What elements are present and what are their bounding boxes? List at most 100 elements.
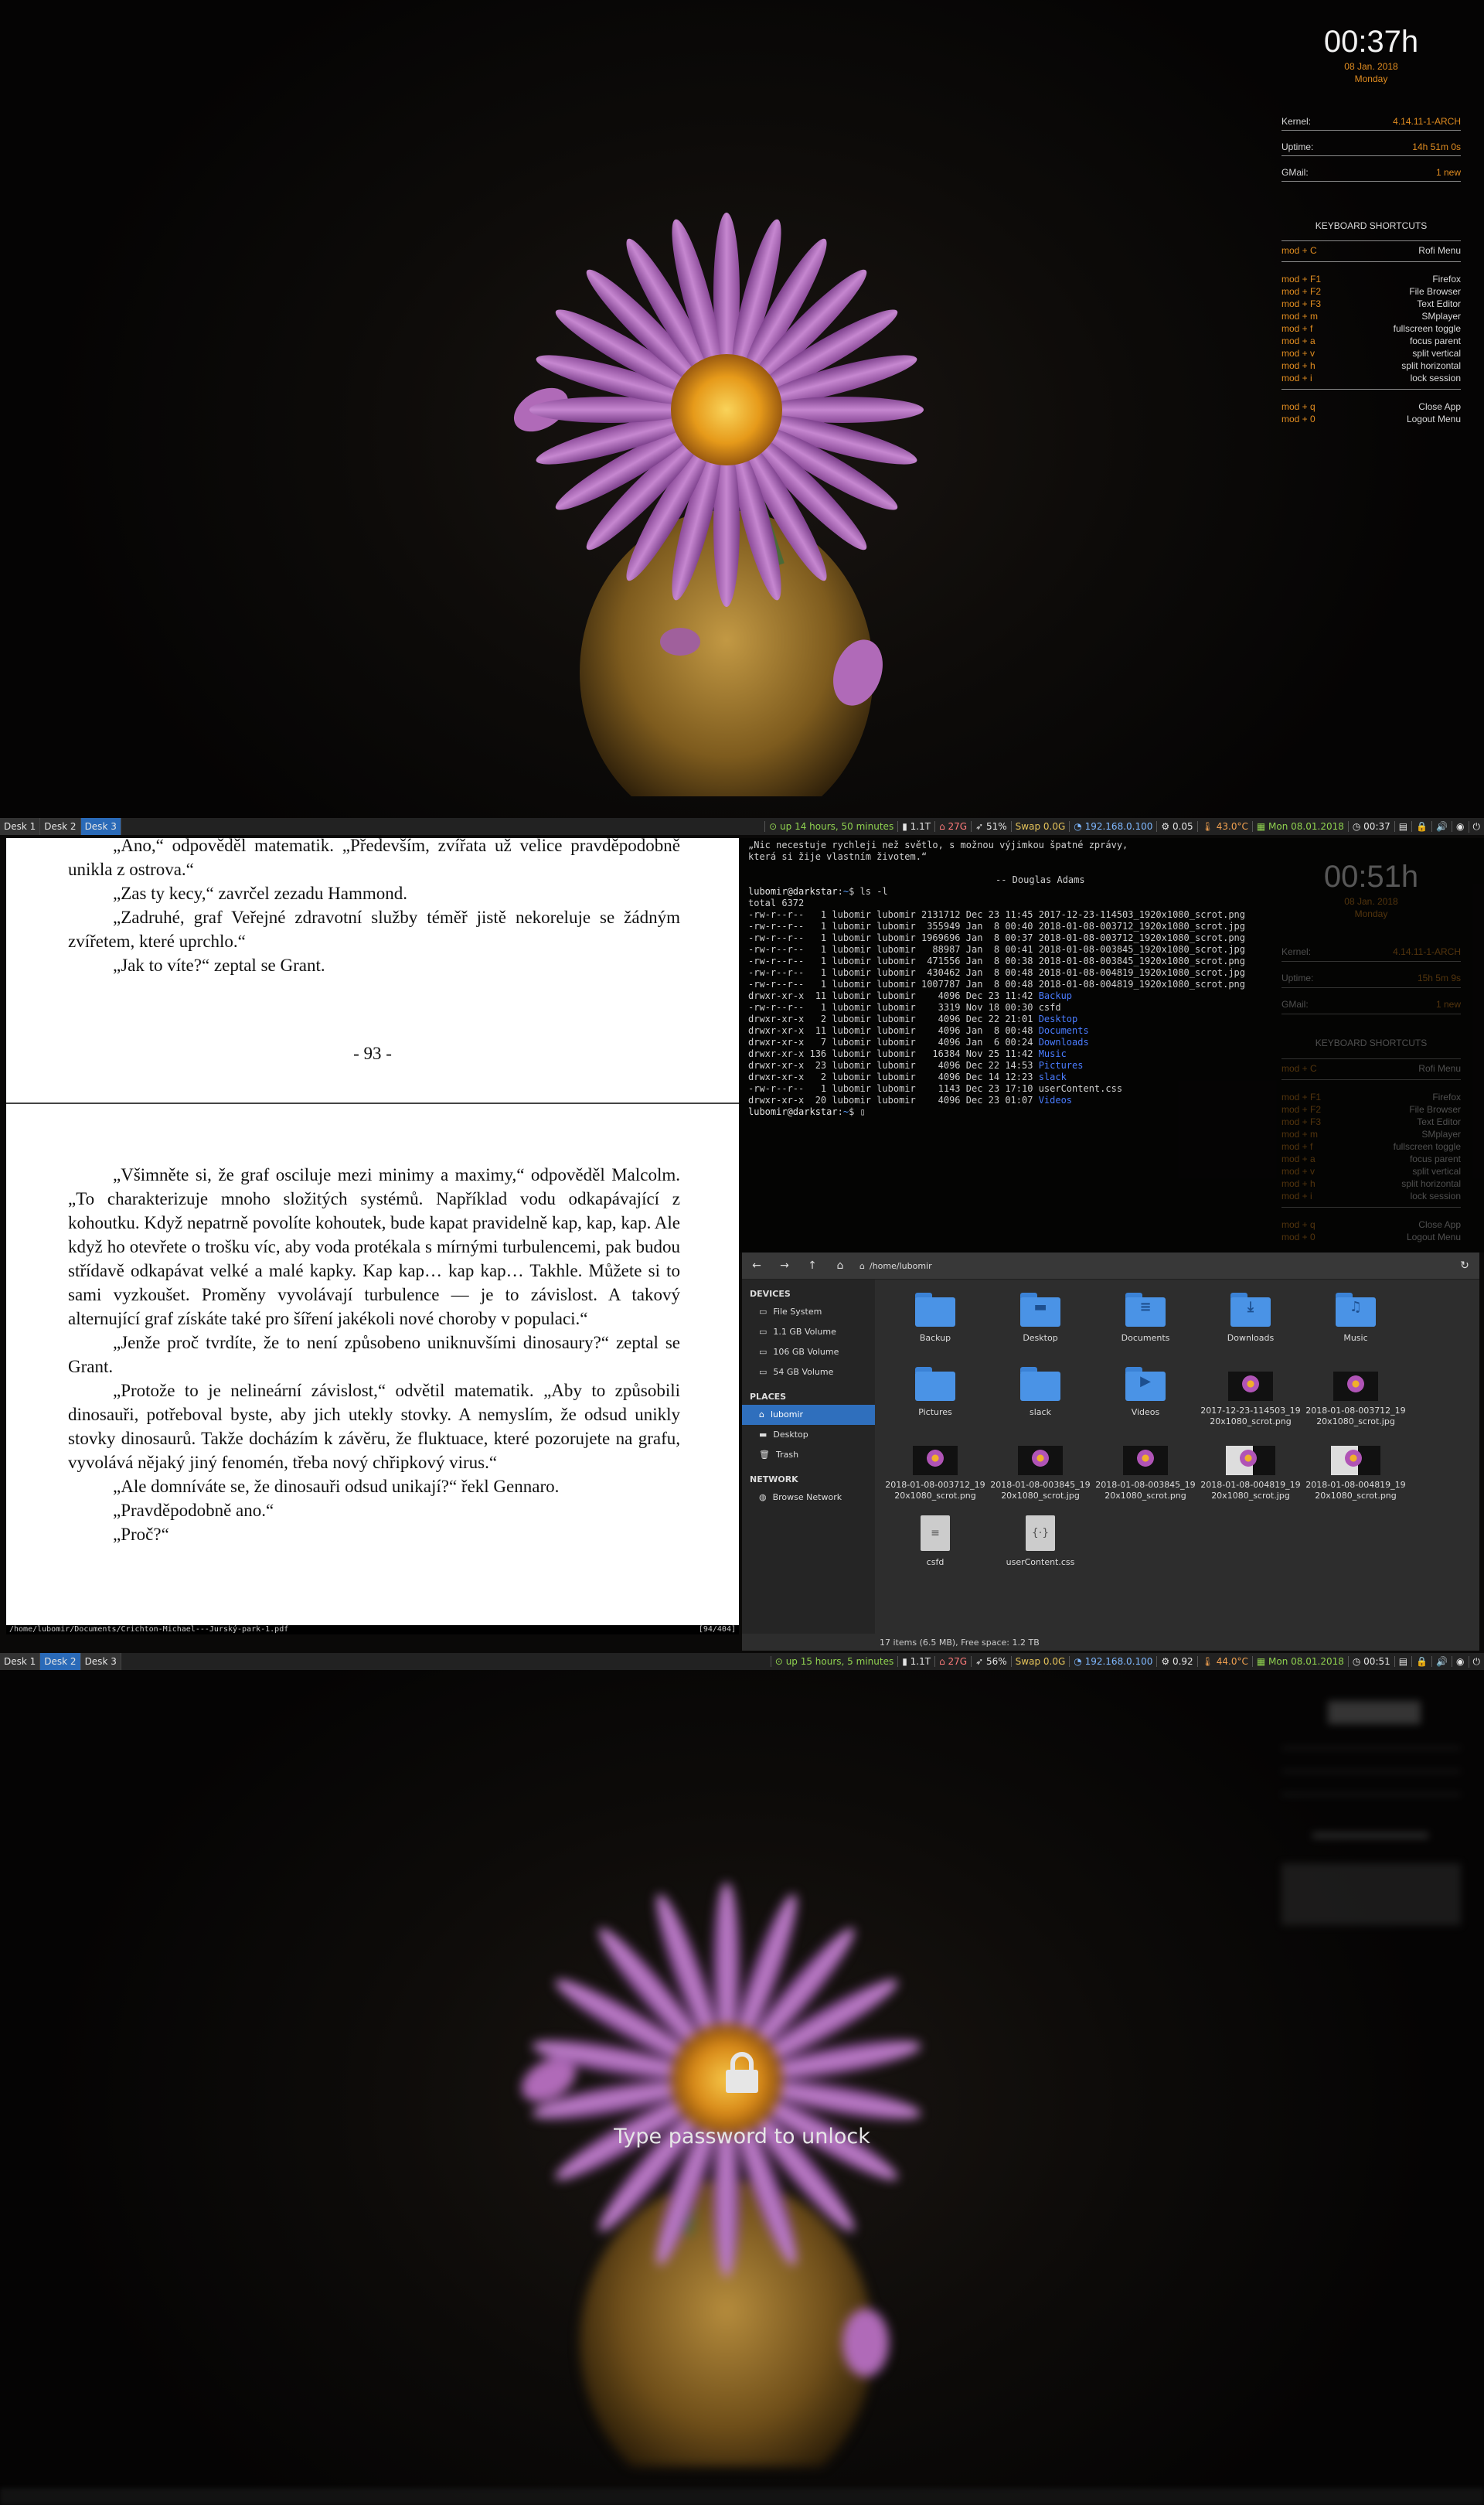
folder-item[interactable]: ♫ Music <box>1303 1293 1408 1367</box>
conky-gmail: GMail: 1 new <box>1281 997 1461 1014</box>
folder-item[interactable]: ⤓ Downloads <box>1198 1293 1303 1367</box>
ls-entry: -rw-r--r-- 1 lubomir lubomir 471556 Jan … <box>748 956 1245 966</box>
date-indicator: ▦ Mon 08.01.2018 <box>1251 821 1348 832</box>
uptime-value: 15h 5m 9s <box>1417 973 1461 983</box>
folder-item[interactable]: Pictures <box>883 1367 988 1441</box>
temp-text: 43.0°C <box>1216 821 1248 832</box>
image-thumbnail <box>913 1446 958 1475</box>
file-name: Backup <box>919 1333 951 1343</box>
file-item[interactable]: 2018-01-08-003712_1920x1080_scrot.png <box>883 1441 988 1515</box>
workspace-button[interactable]: Desk 2 <box>40 818 81 835</box>
power-icon[interactable]: ⏻ <box>1468 1655 1484 1668</box>
shortcut-action: lock session <box>1410 1191 1461 1201</box>
flag-icon[interactable]: ▤ <box>1394 1656 1411 1667</box>
folder-item[interactable]: slack <box>988 1367 1093 1441</box>
home-icon: ⌂ <box>759 1409 764 1420</box>
sidebar-item-label: lubomir <box>770 1409 804 1420</box>
shortcut-row: mod + F2 File Browser <box>1281 285 1461 298</box>
file-name: 2018-01-08-003712_1920x1080_scrot.png <box>885 1480 985 1501</box>
shortcut-key: mod + i <box>1281 1191 1312 1201</box>
flag-icon[interactable]: ▤ <box>1394 821 1411 832</box>
sidebar-item-network[interactable]: ◍ Browse Network <box>742 1488 875 1508</box>
load-indicator: ⚙ 0.05 <box>1156 821 1196 832</box>
file-item[interactable]: 2018-01-08-004819_1920x1080_scrot.jpg <box>1198 1441 1303 1515</box>
folder-item[interactable]: Backup <box>883 1293 988 1367</box>
file-item[interactable]: {·} userContent.css <box>988 1515 1093 1590</box>
disk-indicator: ▮ 1.1T <box>897 821 934 832</box>
brightness-indicator: ➶ 51% <box>971 821 1011 832</box>
folder-item[interactable]: ≡ Documents <box>1093 1293 1198 1367</box>
folder-icon: ⤓ <box>1230 1293 1271 1327</box>
shortcut-row: mod + i lock session <box>1281 1190 1461 1202</box>
shortcut-action: Firefox <box>1432 274 1461 285</box>
sidebar-item-desktop[interactable]: ▬ Desktop <box>742 1425 875 1445</box>
sidebar-item-device[interactable]: ▭ File System <box>742 1302 875 1322</box>
shortcut-key: mod + F3 <box>1281 1116 1322 1127</box>
location-bar[interactable]: ⌂ /home/lubomir <box>859 1261 1445 1271</box>
pdf-paragraph: „Pravděpodobně ano.“ <box>113 1501 274 1520</box>
flower-thumbnail-icon <box>927 1450 944 1467</box>
terminal-command: ls -l <box>859 886 888 897</box>
ls-file-name: 2018-01-08-004819_1920x1080_scrot.png <box>1038 979 1245 990</box>
file-item[interactable]: 2018-01-08-003845_1920x1080_scrot.png <box>1093 1441 1198 1515</box>
ls-entry-meta: drwxr-xr-x 11 lubomir lubomir 4096 Jan 8… <box>748 1025 1039 1036</box>
workspace-button[interactable]: Desk 3 <box>80 1653 121 1670</box>
shortcut-row: mod + m SMplayer <box>1281 1128 1461 1140</box>
shortcut-row: mod + F1 Firefox <box>1281 1091 1461 1103</box>
workspace-button[interactable]: Desk 1 <box>0 818 41 835</box>
page-divider <box>6 1103 739 1104</box>
workspace-button[interactable]: Desk 1 <box>0 1653 41 1670</box>
forward-arrow-icon[interactable]: → <box>776 1259 793 1272</box>
file-name: 2017-12-23-114503_1920x1080_scrot.png <box>1200 1406 1301 1426</box>
folder-item[interactable]: ▬ Desktop <box>988 1293 1093 1367</box>
fortune-quote: která si žije vlastním životem.“ <box>748 851 928 862</box>
file-manager-window[interactable]: ← → ↑ ⌂ ⌂ /home/lubomir ↻ DEVICES ▭ File … <box>742 1252 1479 1651</box>
sidebar-item-home[interactable]: ⌂ lubomir <box>742 1405 875 1425</box>
sidebar-section-network: NETWORK <box>750 1474 798 1484</box>
up-arrow-icon[interactable]: ↑ <box>804 1259 821 1272</box>
power-icon[interactable]: ⏻ <box>1468 820 1484 833</box>
shield-icon[interactable]: ◉ <box>1452 821 1468 832</box>
home-icon[interactable]: ⌂ <box>832 1259 849 1272</box>
sidebar-item-device[interactable]: ▭ 54 GB Volume <box>742 1362 875 1382</box>
image-thumbnail <box>1018 1446 1063 1475</box>
location-path: /home/lubomir <box>869 1260 932 1271</box>
volume-icon[interactable]: 🔊 <box>1431 1656 1452 1667</box>
status-bar: Desk 1 Desk 2 Desk 3 ⊙ up 14 hours, 50 m… <box>0 818 1484 835</box>
workspace-button-active[interactable]: Desk 3 <box>80 818 121 835</box>
uptime-label: Uptime: <box>1281 973 1314 983</box>
shortcut-action: lock session <box>1410 373 1461 383</box>
file-name: userContent.css <box>1006 1557 1075 1567</box>
ls-file-name: 2018-01-08-003712_1920x1080_scrot.jpg <box>1038 921 1245 932</box>
ls-entry-meta: drwxr-xr-x 23 lubomir lubomir 4096 Dec 2… <box>748 1060 1039 1071</box>
folder-item[interactable]: ▶ Videos <box>1093 1367 1198 1441</box>
pdf-viewer[interactable]: „Ano,“ odpověděl matematik. „Především, … <box>6 838 739 1625</box>
sidebar-item-trash[interactable]: 🗑 Trash <box>742 1445 875 1465</box>
shield-icon[interactable]: ◉ <box>1452 1656 1468 1667</box>
shortcut-action: SMplayer <box>1421 1129 1461 1140</box>
file-item[interactable]: 2018-01-08-004819_1920x1080_scrot.png <box>1303 1441 1408 1515</box>
terminal-cursor[interactable]: ▯ <box>860 1106 866 1117</box>
volume-icon[interactable]: 🔊 <box>1431 821 1452 832</box>
sidebar-item-device[interactable]: ▭ 1.1 GB Volume <box>742 1322 875 1342</box>
file-item[interactable]: 2018-01-08-003712_1920x1080_scrot.jpg <box>1303 1367 1408 1441</box>
sidebar-item-device[interactable]: ▭ 106 GB Volume <box>742 1342 875 1362</box>
shortcut-action: fullscreen toggle <box>1393 1141 1461 1152</box>
lock-icon[interactable]: 🔒 <box>1411 821 1431 832</box>
file-item[interactable]: ≡ csfd <box>883 1515 988 1590</box>
shortcut-action: Close App <box>1418 1219 1461 1230</box>
terminal-window[interactable]: 00:51h 08 Jan. 2018 Monday Kernel: 4.14.1… <box>739 838 1484 1252</box>
back-arrow-icon[interactable]: ← <box>748 1259 765 1272</box>
rocket-icon: ➶ <box>975 821 984 832</box>
file-item[interactable]: 2018-01-08-003845_1920x1080_scrot.jpg <box>988 1441 1093 1515</box>
ip-text: 192.168.0.100 <box>1084 1656 1153 1667</box>
file-name: slack <box>1030 1407 1051 1417</box>
file-item[interactable]: 2017-12-23-114503_1920x1080_scrot.png <box>1198 1367 1303 1441</box>
reload-icon[interactable]: ↻ <box>1456 1259 1473 1272</box>
ls-dir-name: Pictures <box>1038 1060 1084 1071</box>
prompt-path: ~ <box>842 1106 849 1117</box>
ls-entry: -rw-r--r-- 1 lubomir lubomir 2131712 Dec… <box>748 909 1245 920</box>
workspace-button-active[interactable]: Desk 2 <box>40 1653 81 1670</box>
lock-icon[interactable]: 🔒 <box>1411 1656 1431 1667</box>
lock-screen[interactable]: Type password to unlock <box>0 1670 1484 2505</box>
